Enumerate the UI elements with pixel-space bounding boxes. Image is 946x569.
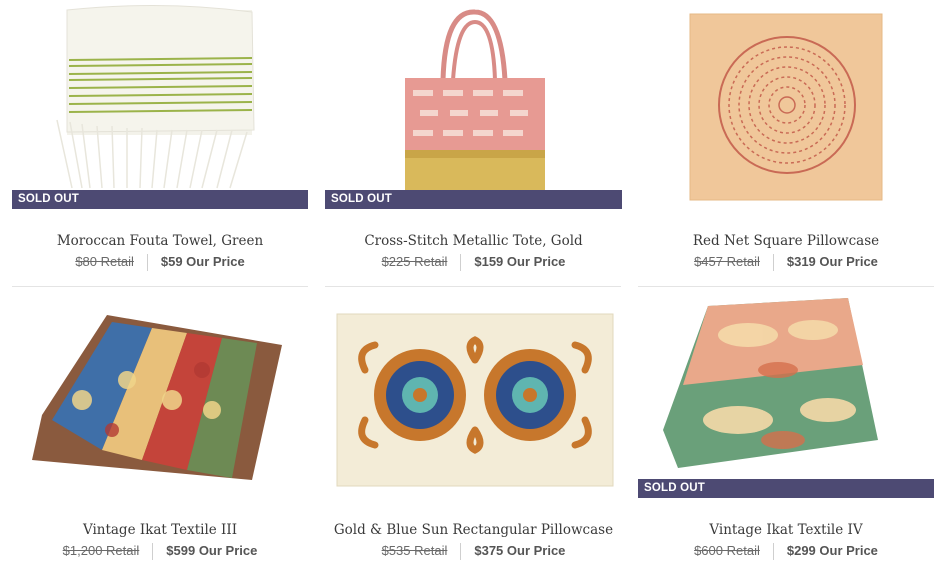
product-prices: $535 Retail $375 Our Price — [325, 543, 622, 561]
product-image[interactable] — [12, 0, 312, 190]
product-prices: $600 Retail $299 Our Price — [638, 543, 934, 561]
product-title[interactable]: Vintage Ikat Textile IV — [638, 522, 934, 538]
sold-out-badge: SOLD OUT — [12, 190, 308, 209]
product-title[interactable]: Cross-Stitch Metallic Tote, Gold — [325, 233, 622, 249]
retail-price: $535 Retail — [381, 543, 448, 558]
product-image[interactable] — [325, 0, 625, 190]
retail-price: $457 Retail — [694, 254, 760, 269]
our-price: $319 Our Price — [786, 254, 878, 269]
product-prices: $1,200 Retail $599 Our Price — [12, 543, 308, 561]
product-title[interactable]: Vintage Ikat Textile III — [12, 522, 308, 538]
product-card[interactable]: Gold & Blue Sun Rectangular Pillowcase $… — [325, 290, 625, 569]
product-title[interactable]: Gold & Blue Sun Rectangular Pillowcase — [325, 522, 622, 538]
product-card[interactable]: SOLD OUT Moroccan Fouta Towel, Green $80… — [12, 0, 312, 280]
product-title[interactable]: Red Net Square Pillowcase — [638, 233, 934, 249]
product-title[interactable]: Moroccan Fouta Towel, Green — [12, 233, 308, 249]
product-card[interactable]: SOLD OUT Cross-Stitch Metallic Tote, Gol… — [325, 0, 625, 280]
our-price: $59 Our Price — [160, 254, 245, 269]
product-prices: $225 Retail $159 Our Price — [325, 254, 622, 272]
retail-price: $225 Retail — [381, 254, 448, 269]
product-prices: $457 Retail $319 Our Price — [638, 254, 934, 272]
price-separator — [152, 543, 154, 561]
sold-out-badge: SOLD OUT — [325, 190, 622, 209]
product-prices: $80 Retail $59 Our Price — [12, 254, 308, 272]
product-card[interactable]: SOLD OUT Vintage Ikat Textile IV $600 Re… — [638, 290, 938, 569]
our-price: $375 Our Price — [474, 543, 566, 558]
product-card[interactable]: Vintage Ikat Textile III $1,200 Retail $5… — [12, 290, 312, 569]
row-divider — [325, 286, 621, 287]
product-image[interactable] — [638, 290, 938, 480]
our-price: $159 Our Price — [474, 254, 566, 269]
row-divider — [12, 286, 308, 287]
product-image[interactable] — [638, 0, 938, 210]
price-separator — [772, 543, 774, 561]
price-separator — [772, 254, 774, 272]
product-image[interactable] — [12, 290, 312, 500]
product-image[interactable] — [325, 290, 625, 500]
product-card[interactable]: Red Net Square Pillowcase $457 Retail $31… — [638, 0, 938, 280]
price-separator — [146, 254, 148, 272]
retail-price: $600 Retail — [694, 543, 760, 558]
price-separator — [460, 543, 462, 561]
retail-price: $1,200 Retail — [62, 543, 140, 558]
retail-price: $80 Retail — [75, 254, 134, 269]
sold-out-badge: SOLD OUT — [638, 479, 934, 498]
price-separator — [460, 254, 462, 272]
our-price: $299 Our Price — [786, 543, 878, 558]
our-price: $599 Our Price — [166, 543, 258, 558]
row-divider — [638, 286, 934, 287]
